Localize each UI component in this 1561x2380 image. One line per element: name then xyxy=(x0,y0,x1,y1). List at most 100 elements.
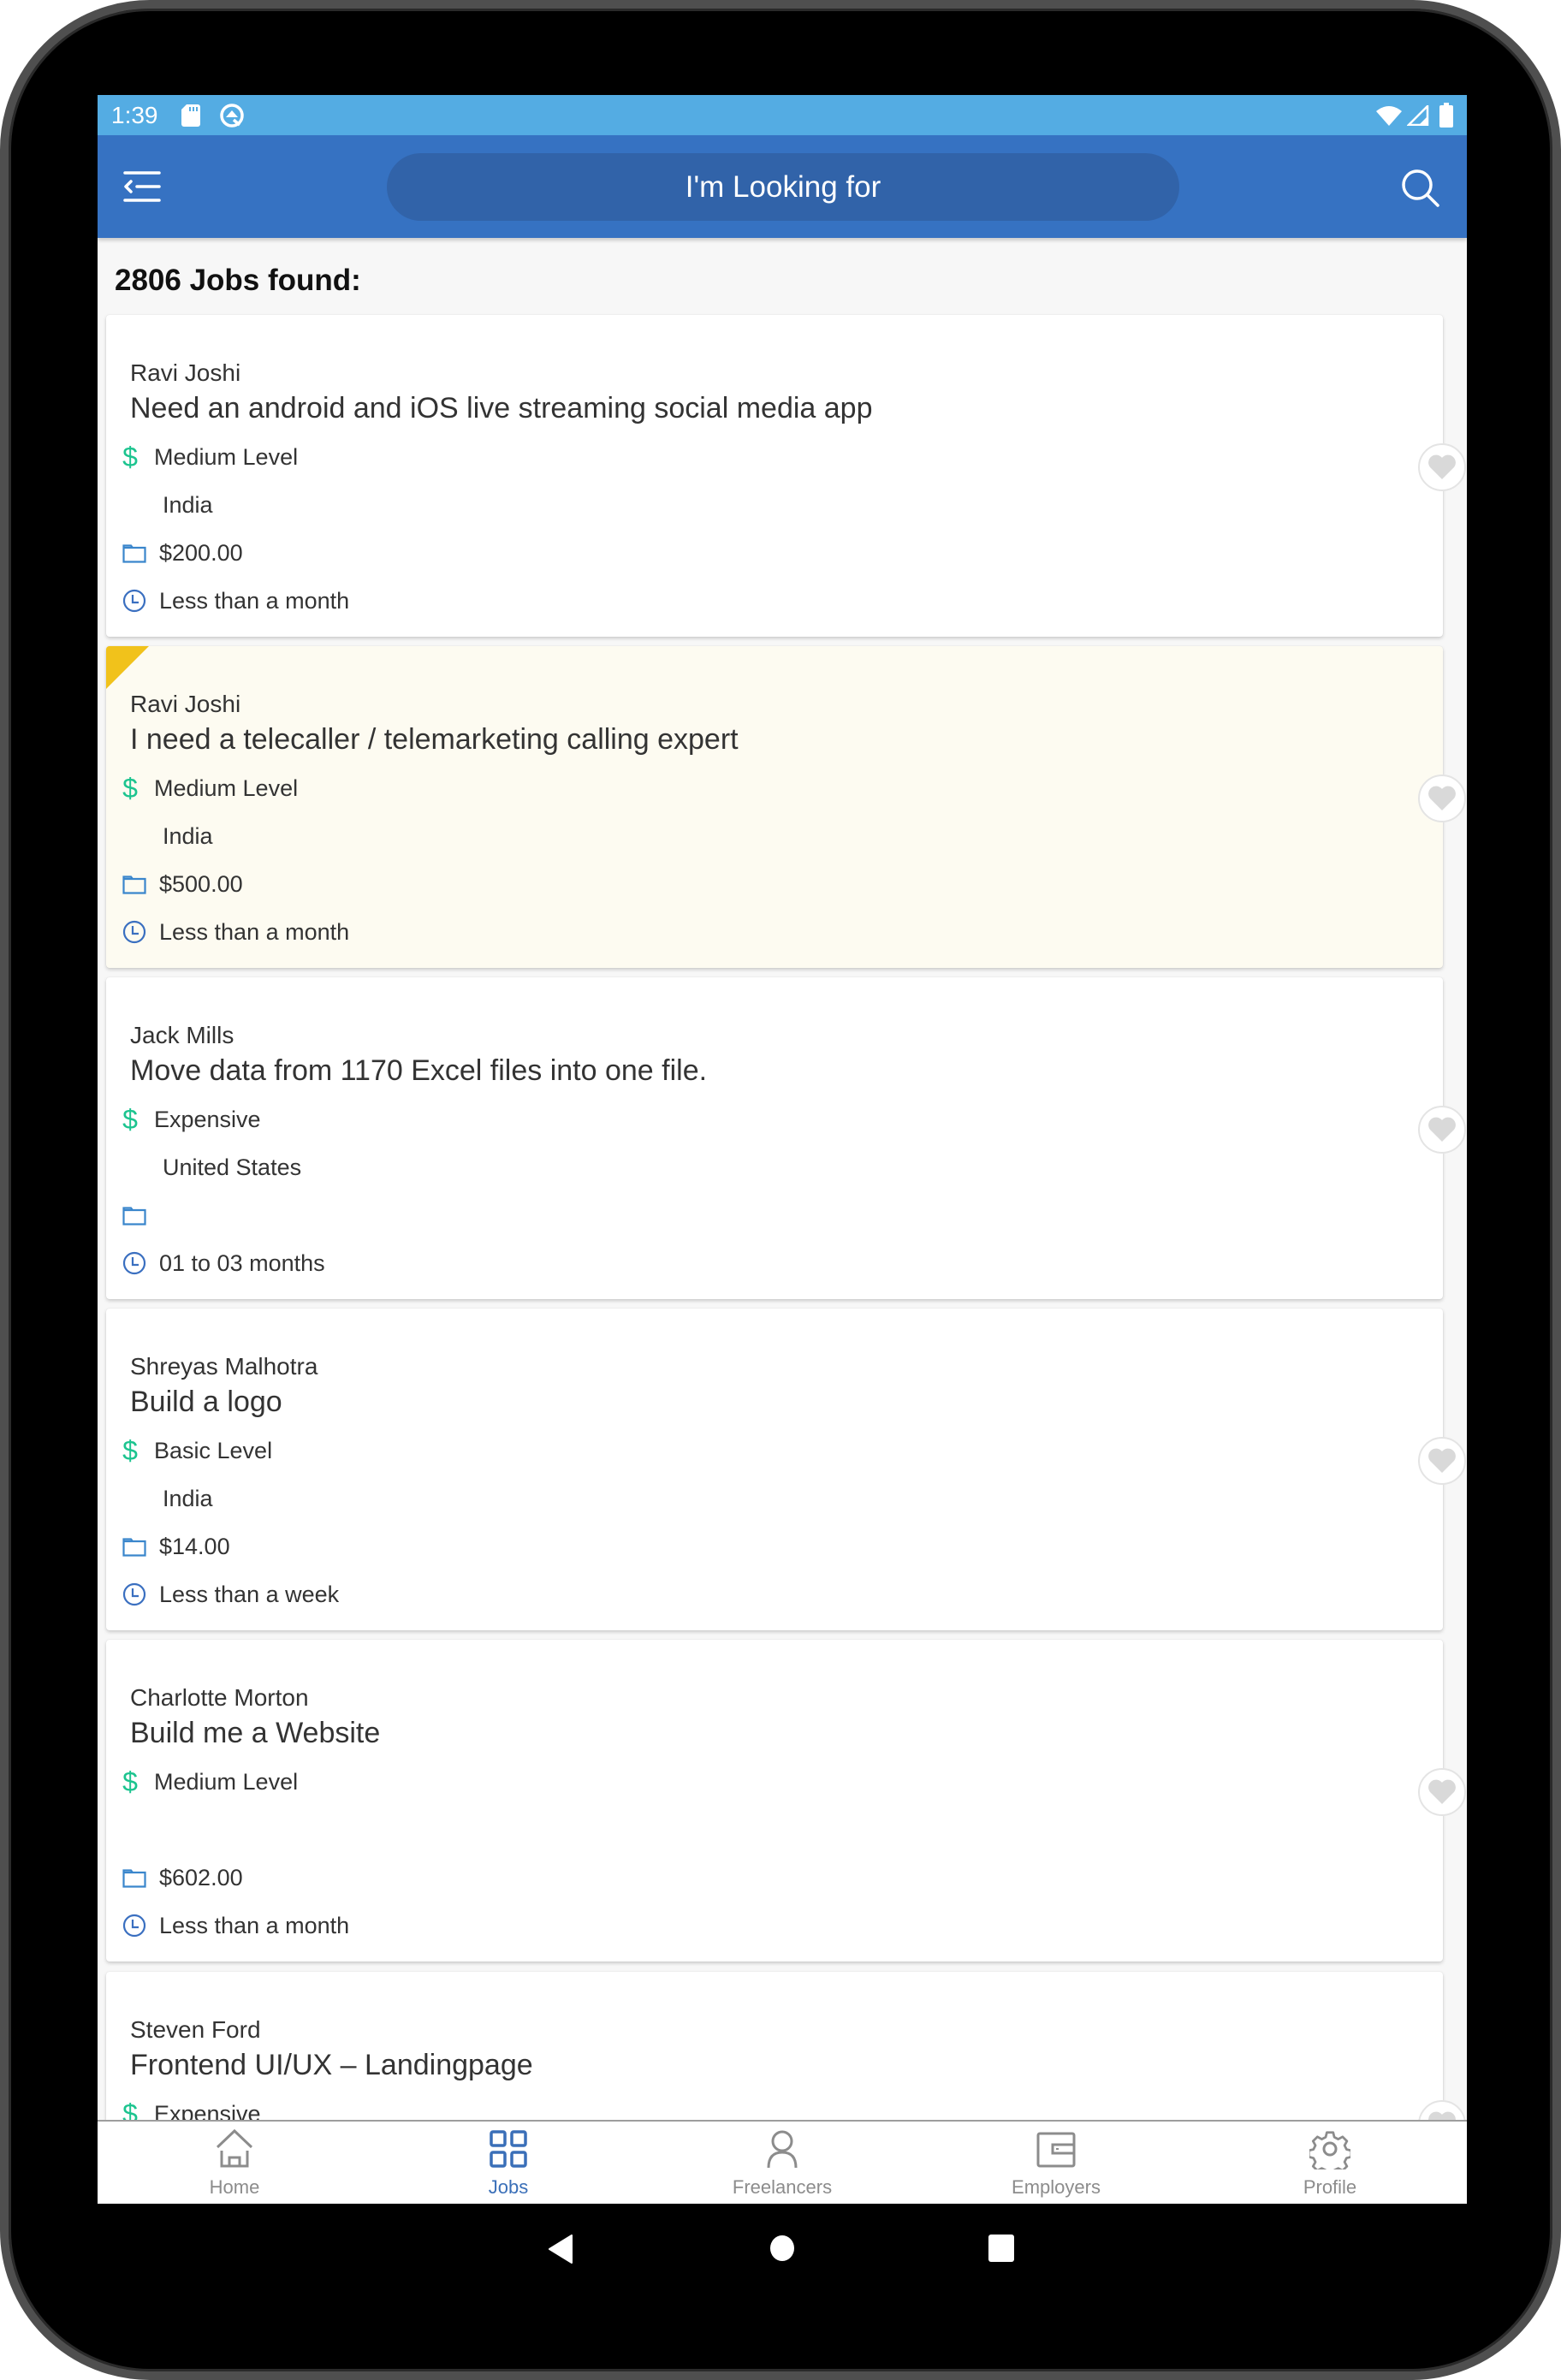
dollar-icon: $ xyxy=(122,1434,138,1466)
signal-icon xyxy=(1407,105,1429,126)
favorite-button[interactable] xyxy=(1418,1437,1466,1485)
wifi-icon xyxy=(1376,106,1402,126)
duration-text: Less than a week xyxy=(159,1581,340,1607)
budget-text: $602.00 xyxy=(159,1864,243,1890)
location-text: India xyxy=(163,1485,213,1511)
clock-icon xyxy=(122,919,147,945)
clock-icon xyxy=(122,588,147,614)
recents-icon[interactable] xyxy=(988,2235,1014,2262)
folder-icon xyxy=(122,1202,147,1228)
nav-label: Profile xyxy=(1303,2176,1357,2198)
budget-row xyxy=(122,1200,159,1231)
level-row: $ Expensive xyxy=(122,2098,260,2121)
duration-row: Less than a month xyxy=(122,917,349,947)
job-title[interactable]: Move data from 1170 Excel files into one… xyxy=(130,1054,707,1088)
heart-icon xyxy=(1428,454,1456,479)
gear-icon xyxy=(1309,2131,1350,2169)
status-bar: 1:39 xyxy=(98,95,1467,135)
budget-row: $500.00 xyxy=(122,869,243,899)
location-row: India xyxy=(163,1483,213,1514)
folder-icon xyxy=(122,540,147,566)
duration-text: Less than a month xyxy=(159,1912,350,1938)
location-row: India xyxy=(163,821,213,852)
job-title[interactable]: Build a logo xyxy=(130,1386,282,1419)
wallet-icon xyxy=(1036,2132,1076,2168)
location-text: United States xyxy=(163,1154,302,1180)
budget-text: $200.00 xyxy=(159,539,243,566)
dollar-icon: $ xyxy=(122,772,138,804)
duration-text: Less than a month xyxy=(159,587,350,614)
grid-icon xyxy=(490,2130,527,2168)
nav-item-freelancers[interactable]: Freelancers xyxy=(645,2122,919,2204)
duration-text: 01 to 03 months xyxy=(159,1249,325,1276)
bottom-navigation: Home Jobs Freelancers Employers Profile xyxy=(98,2120,1467,2204)
folder-icon xyxy=(122,871,147,897)
nav-item-profile[interactable]: Profile xyxy=(1193,2122,1467,2204)
job-card[interactable]: Charlotte Morton Build me a Website $ Me… xyxy=(106,1640,1466,1962)
system-navigation-bar xyxy=(98,2204,1467,2298)
home-icon xyxy=(216,2128,253,2168)
level-row: $ Medium Level xyxy=(122,1766,298,1797)
heart-icon xyxy=(1428,2111,1456,2120)
employer-name: Shreyas Malhotra xyxy=(130,1353,318,1380)
job-card[interactable]: Jack Mills Move data from 1170 Excel fil… xyxy=(106,977,1466,1299)
dollar-icon: $ xyxy=(122,441,138,472)
clock-icon xyxy=(122,1250,147,1276)
heart-icon xyxy=(1428,786,1456,810)
featured-ribbon xyxy=(106,646,149,689)
level-row: $ Basic Level xyxy=(122,1435,272,1466)
menu-back-icon[interactable] xyxy=(122,166,163,207)
duration-row: 01 to 03 months xyxy=(122,1248,325,1279)
nav-item-jobs[interactable]: Jobs xyxy=(371,2122,645,2204)
level-text: Medium Level xyxy=(154,775,299,801)
favorite-button[interactable] xyxy=(1418,775,1466,822)
level-text: Medium Level xyxy=(154,443,299,470)
job-title[interactable]: I need a telecaller / telemarketing call… xyxy=(130,723,739,757)
location-row: India xyxy=(163,490,213,520)
budget-text: $500.00 xyxy=(159,870,243,897)
duration-row: Less than a month xyxy=(122,585,349,616)
search-icon[interactable] xyxy=(1398,166,1443,211)
app-bar: I'm Looking for xyxy=(98,135,1467,238)
heart-icon xyxy=(1428,1779,1456,1804)
nav-label: Jobs xyxy=(488,2176,529,2198)
back-icon[interactable] xyxy=(548,2235,573,2264)
job-card[interactable]: Ravi Joshi I need a telecaller / telemar… xyxy=(106,646,1466,968)
level-row: $ Medium Level xyxy=(122,773,298,804)
job-title[interactable]: Frontend UI/UX – Landingpage xyxy=(130,2049,533,2082)
app-screen: 1:39 I'm Looking for 2806 Jobs found: Ra… xyxy=(98,95,1467,2204)
employer-name: Steven Ford xyxy=(130,2016,261,2043)
budget-row: $602.00 xyxy=(122,1862,243,1893)
budget-row: $14.00 xyxy=(122,1531,230,1562)
jobs-count: 2806 Jobs found: xyxy=(115,264,361,297)
budget-text: $14.00 xyxy=(159,1533,230,1559)
level-row: $ Medium Level xyxy=(122,442,298,472)
nav-item-home[interactable]: Home xyxy=(98,2122,371,2204)
location-text: India xyxy=(163,822,213,849)
job-card[interactable]: Ravi Joshi Need an android and iOS live … xyxy=(106,315,1466,637)
job-card[interactable]: Steven Ford Frontend UI/UX – Landingpage… xyxy=(106,1972,1466,2121)
level-row: $ Expensive xyxy=(122,1104,261,1135)
sd-card-icon xyxy=(181,104,200,127)
job-card[interactable]: Shreyas Malhotra Build a logo $ Basic Le… xyxy=(106,1309,1466,1630)
favorite-button[interactable] xyxy=(1418,443,1466,491)
battery-icon xyxy=(1439,103,1453,128)
job-title[interactable]: Build me a Website xyxy=(130,1717,380,1750)
clock-icon xyxy=(122,1913,147,1938)
favorite-button[interactable] xyxy=(1418,2100,1466,2120)
home-circle-icon[interactable] xyxy=(769,2235,795,2262)
person-icon xyxy=(767,2130,798,2169)
job-title[interactable]: Need an android and iOS live streaming s… xyxy=(130,392,873,425)
favorite-button[interactable] xyxy=(1418,1768,1466,1816)
nav-item-employers[interactable]: Employers xyxy=(919,2122,1193,2204)
clock-icon xyxy=(122,1582,147,1607)
level-text: Expensive xyxy=(154,1106,261,1132)
employer-name: Charlotte Morton xyxy=(130,1684,309,1711)
search-input[interactable]: I'm Looking for xyxy=(387,153,1179,221)
favorite-button[interactable] xyxy=(1418,1106,1466,1154)
heart-icon xyxy=(1428,1117,1456,1142)
heart-icon xyxy=(1428,1448,1456,1473)
nav-label: Freelancers xyxy=(732,2176,833,2198)
duration-row: Less than a month xyxy=(122,1910,349,1941)
employer-name: Ravi Joshi xyxy=(130,359,241,386)
